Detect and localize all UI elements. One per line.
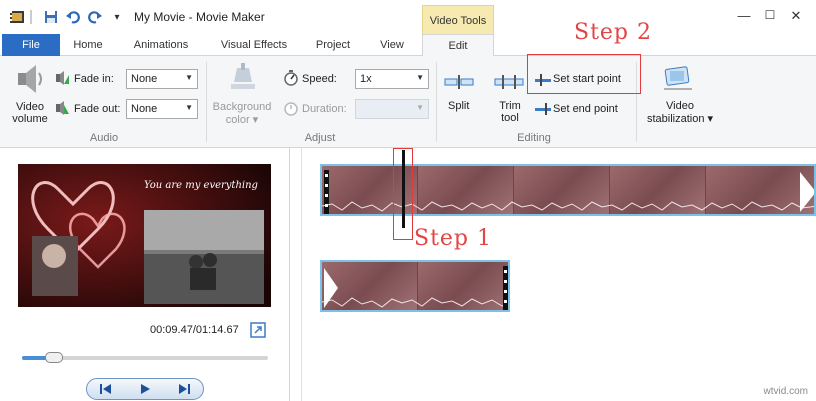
fade-in-label: Fade in: — [74, 73, 114, 85]
timeline-clip-2[interactable] — [320, 260, 510, 312]
audio-group-label: Audio — [89, 132, 119, 144]
previous-frame-button[interactable] — [92, 380, 120, 398]
tab-file[interactable]: File — [2, 34, 60, 56]
split-button[interactable]: Split — [448, 100, 469, 112]
paint-bucket-icon — [228, 62, 258, 95]
chevron-down-icon: ▼ — [416, 73, 424, 82]
step2-annotation: Step 2 — [574, 20, 653, 45]
editing-group-label: Editing — [517, 132, 551, 144]
speed-select[interactable]: 1x ▼ — [355, 69, 429, 89]
video-stabilization-icon[interactable] — [662, 62, 694, 95]
video-stabilization-button[interactable]: Video stabilization ▾ — [642, 100, 718, 125]
ribbon-edit-panel: Video volume Fade in: None ▼ Fade out: Non… — [0, 56, 816, 148]
speaker-icon[interactable] — [14, 62, 48, 99]
video-preview: You are my everything — [18, 164, 271, 307]
playback-time: 00:09.47/01:14.67 — [150, 324, 239, 336]
group-separator — [206, 62, 207, 142]
video-volume-label[interactable]: Video volume — [12, 101, 48, 125]
trim-tool-button[interactable]: Trim tool — [498, 100, 522, 124]
fade-out-select[interactable]: None ▼ — [126, 99, 198, 119]
speed-gauge-icon — [283, 70, 299, 89]
set-end-point-icon — [535, 103, 551, 118]
duration-clock-icon — [283, 100, 299, 119]
duration-select: ▼ — [355, 99, 429, 119]
redo-icon[interactable] — [86, 8, 104, 26]
fade-in-select[interactable]: None ▼ — [126, 69, 198, 89]
save-icon[interactable] — [42, 8, 60, 26]
seek-slider-thumb[interactable] — [44, 352, 63, 363]
set-end-point-button[interactable]: Set end point — [553, 103, 618, 115]
watermark-text: wtvid.com — [763, 386, 808, 397]
tab-view[interactable]: View — [370, 34, 414, 56]
tab-home[interactable]: Home — [66, 34, 110, 56]
playback-controls — [86, 378, 204, 400]
group-separator — [436, 62, 437, 142]
video-tools-context-label: Video Tools — [422, 5, 494, 35]
tab-project[interactable]: Project — [308, 34, 358, 56]
chevron-down-icon: ▼ — [185, 73, 193, 82]
tab-visual-effects[interactable]: Visual Effects — [212, 34, 296, 56]
close-icon[interactable]: ✕ — [786, 8, 806, 24]
fade-in-value: None — [131, 73, 158, 85]
maximize-icon[interactable]: ☐ — [760, 8, 780, 22]
pane-splitter[interactable] — [290, 148, 302, 401]
tab-animations[interactable]: Animations — [124, 34, 198, 56]
toolbar-separator — [30, 10, 32, 24]
minimize-icon[interactable]: — — [734, 8, 754, 23]
step1-annotation: Step 1 — [414, 226, 493, 251]
next-frame-button[interactable] — [170, 380, 198, 398]
fade-out-label: Fade out: — [74, 103, 121, 115]
movie-maker-app-icon — [8, 8, 26, 26]
preview-caption: You are my everything — [144, 180, 258, 191]
split-icon[interactable] — [444, 74, 474, 93]
undo-icon[interactable] — [64, 8, 82, 26]
fade-out-icon — [54, 100, 70, 119]
chevron-down-icon: ▼ — [416, 103, 424, 112]
fade-in-icon — [54, 70, 70, 89]
popout-preview-icon[interactable] — [250, 322, 266, 341]
speed-label: Speed: — [302, 73, 337, 85]
tab-edit[interactable]: Edit — [422, 34, 494, 57]
adjust-group-label: Adjust — [304, 132, 336, 144]
title-bar: ▾ My Movie - Movie Maker Video Tools — ☐… — [0, 0, 816, 35]
step2-highlight-box — [527, 54, 641, 94]
chevron-down-icon: ▼ — [185, 103, 193, 112]
background-color-button: Background color ▾ — [212, 101, 272, 126]
speed-value: 1x — [360, 73, 372, 85]
play-button[interactable] — [131, 380, 159, 398]
trim-tool-icon[interactable] — [494, 74, 524, 93]
ribbon-tabs: File Home Animations Visual Effects Proj… — [0, 34, 816, 57]
step1-highlight-box — [393, 148, 413, 240]
duration-label: Duration: — [302, 103, 347, 115]
quick-access-dropdown-icon[interactable]: ▾ — [108, 8, 126, 26]
fade-out-value: None — [131, 103, 158, 115]
window-title: My Movie - Movie Maker — [134, 10, 265, 24]
